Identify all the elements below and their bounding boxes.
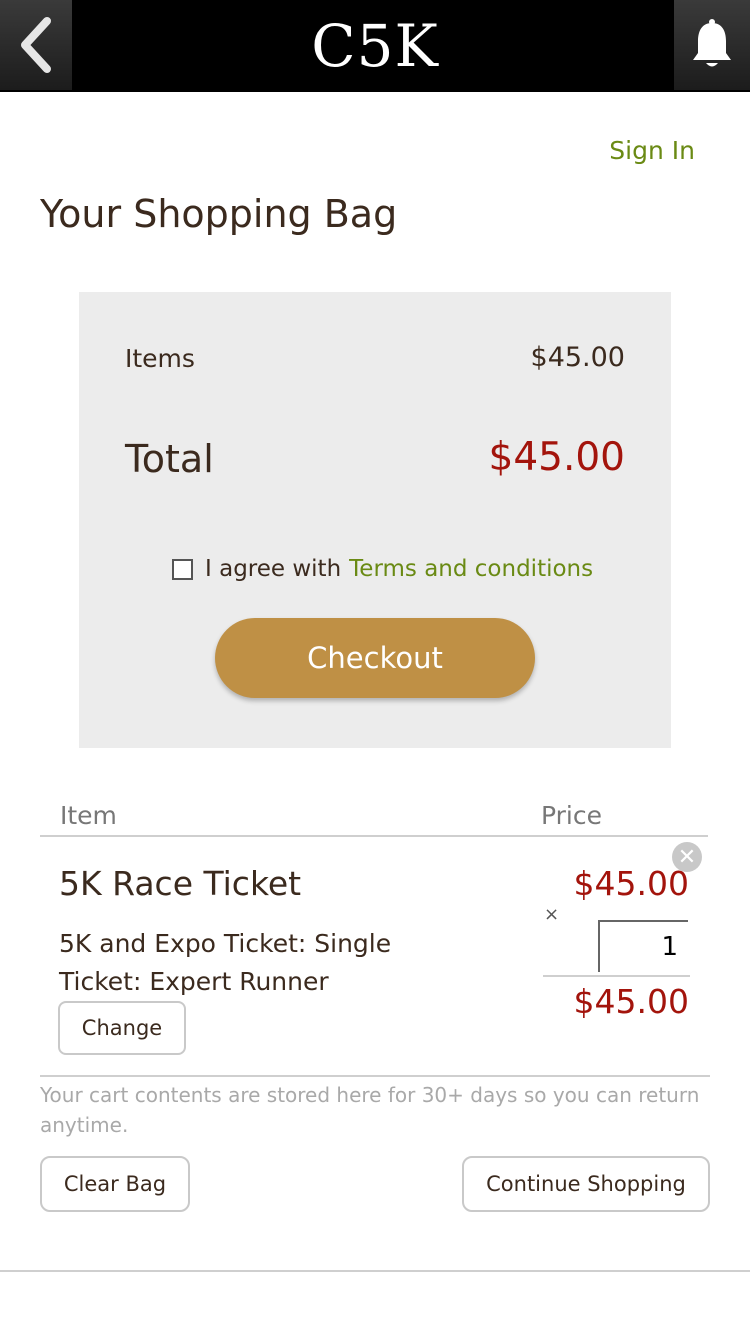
subtotal-divider bbox=[543, 975, 690, 977]
top-navigation-bar: C5K bbox=[0, 0, 750, 92]
order-summary-panel: Items $45.00 Total $45.00 I agree with T… bbox=[79, 292, 671, 748]
page-title: Your Shopping Bag bbox=[40, 192, 398, 236]
items-value: $45.00 bbox=[530, 342, 625, 373]
product-name: 5K Race Ticket bbox=[59, 864, 302, 903]
total-value: $45.00 bbox=[488, 435, 625, 480]
column-header-price: Price bbox=[541, 801, 602, 830]
agree-text: I agree with bbox=[205, 556, 342, 582]
header-divider bbox=[40, 835, 708, 837]
cart-storage-note: Your cart contents are stored here for 3… bbox=[40, 1083, 700, 1137]
multiply-symbol: × bbox=[544, 904, 560, 925]
sign-in-link[interactable]: Sign In bbox=[609, 136, 695, 165]
footer-divider bbox=[0, 1270, 750, 1272]
line-total: $45.00 bbox=[573, 982, 689, 1021]
cart-bottom-divider bbox=[40, 1075, 710, 1077]
brand-title: C5K bbox=[311, 12, 439, 80]
clear-bag-button[interactable]: Clear Bag bbox=[40, 1156, 190, 1212]
items-label: Items bbox=[125, 344, 195, 373]
checkout-button[interactable]: Checkout bbox=[215, 618, 535, 698]
terms-agreement: I agree with Terms and conditions bbox=[172, 556, 593, 582]
bell-icon bbox=[693, 19, 731, 67]
notifications-button[interactable] bbox=[674, 0, 750, 90]
continue-shopping-button[interactable]: Continue Shopping bbox=[462, 1156, 710, 1212]
terms-link[interactable]: Terms and conditions bbox=[349, 556, 593, 582]
change-button[interactable]: Change bbox=[58, 1001, 186, 1055]
product-description: 5K and Expo Ticket: Single Ticket: Exper… bbox=[59, 929, 392, 996]
total-label: Total bbox=[125, 437, 214, 481]
column-header-item: Item bbox=[60, 801, 117, 830]
remove-item-button[interactable]: ✕ bbox=[672, 842, 702, 872]
terms-checkbox[interactable] bbox=[172, 558, 193, 580]
close-icon: ✕ bbox=[677, 844, 697, 870]
quantity-input[interactable]: 1 bbox=[598, 920, 688, 972]
unit-price: $45.00 bbox=[573, 864, 689, 903]
